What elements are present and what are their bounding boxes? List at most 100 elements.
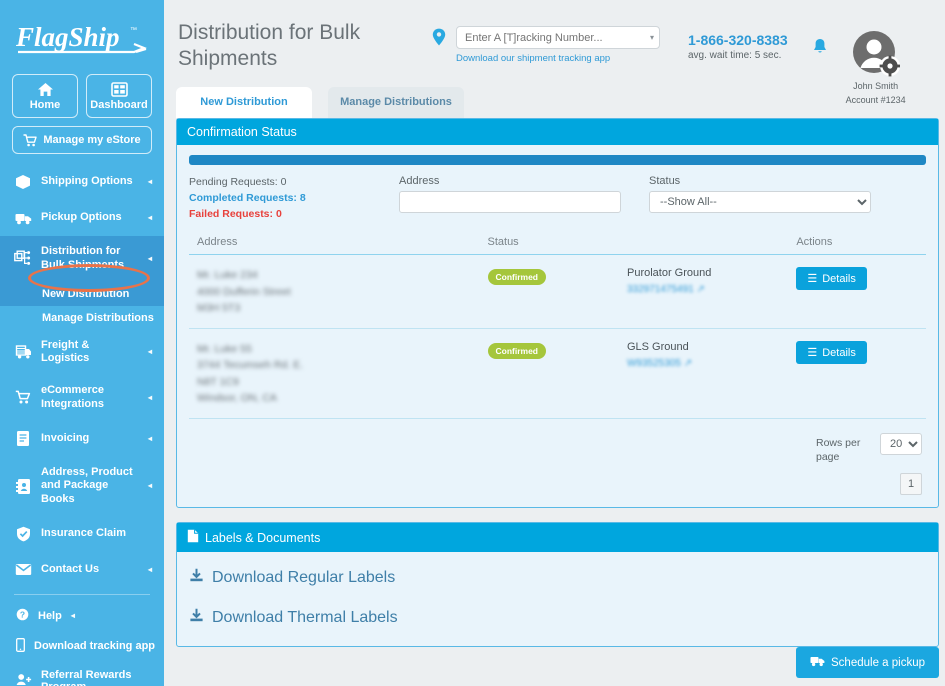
tracking-number-text: 332971475491: [626, 284, 694, 296]
tracking-number-link[interactable]: W93525305 ↗: [627, 358, 796, 369]
pagination-controls: Rows per page 20 1: [189, 419, 926, 496]
sidebar-item-distribution-bulk[interactable]: Distribution for Bulk Shipments ◂: [0, 236, 164, 282]
flagship-logo-icon: FlagShip ™: [15, 22, 147, 54]
completed-requests: Completed Requests: 8: [189, 191, 306, 204]
avatar[interactable]: [852, 30, 901, 78]
tracking-number-text: W93525305: [626, 358, 681, 370]
support-phone-number[interactable]: 1-866-320-8383: [688, 32, 788, 48]
page-title: Distribution for Bulk Shipments: [178, 21, 361, 71]
download-tracking-app-link[interactable]: Download our shipment tracking app: [456, 53, 660, 64]
status-filter: Status --Show All--: [649, 175, 899, 222]
cell-carrier: GLS Ground W93525305 ↗: [626, 328, 797, 420]
sidebar-subitem-new-distribution-label: New Distribution: [42, 287, 130, 300]
sidebar-item-invoicing[interactable]: Invoicing ◂: [0, 421, 164, 457]
sidebar-item-pickup-options[interactable]: Pickup Options ◂: [0, 200, 164, 236]
svg-text:?: ?: [20, 609, 25, 619]
confirmation-status-panel: Confirmation Status Pending Requests: 0 …: [176, 118, 939, 509]
location-pin-icon[interactable]: [432, 28, 446, 51]
cell-carrier: Purolator Ground 332971475491 ↗: [626, 254, 797, 330]
sidebar-item-insurance-claim-label: Insurance Claim: [41, 526, 126, 539]
distributions-table-head: Address Status Actions: [189, 232, 926, 256]
sidebar-item-download-tracking-app-label: Download tracking app: [34, 640, 156, 653]
column-header-actions: Actions: [796, 232, 926, 256]
page-number-button[interactable]: 1: [900, 473, 922, 496]
sidebar-subitem-manage-distributions[interactable]: Manage Distributions: [0, 305, 164, 330]
cell-address: Mr. Luke 55 3744 Tecumseh Rd. E. N8T 1C9 Wi…: [189, 328, 488, 420]
quick-link-home[interactable]: Home: [12, 74, 78, 118]
tab-new-distribution-label: New Distribution: [200, 96, 288, 108]
confirmation-status-header: Confirmation Status: [177, 119, 938, 145]
labels-documents-panel: Labels & Documents Download Regular Labe…: [176, 522, 939, 648]
quick-link-dashboard[interactable]: Dashboard: [86, 74, 152, 118]
user-account-number: Account #1234: [845, 95, 906, 106]
chevron-left-icon: ◂: [70, 611, 75, 621]
notifications-button[interactable]: [788, 14, 828, 61]
manage-estore-button[interactable]: Manage my eStore: [12, 126, 152, 154]
chevron-left-icon: ◂: [147, 481, 152, 491]
user-name: John Smith: [853, 81, 899, 91]
chevron-left-icon: ◂: [147, 177, 152, 186]
app-root: FlagShip ™ Home Dashboard Manage my eSto…: [0, 0, 945, 686]
pagination-right: 20 1: [880, 433, 922, 496]
column-header-spacer: [626, 232, 797, 256]
mobile-icon: [16, 637, 25, 655]
sidebar-item-help-label: Help: [38, 609, 62, 622]
rows-per-page-label: Rows per page: [816, 437, 861, 464]
address-filter-label: Address: [399, 175, 440, 187]
cart-icon: [23, 133, 38, 146]
sidebar-item-insurance-claim[interactable]: Insurance Claim: [0, 516, 164, 552]
sidebar-item-address-product-package-books-label: Address, Product and Package Books: [41, 465, 133, 506]
chevron-left-icon: ◂: [147, 347, 152, 357]
schedule-pickup-button[interactable]: Schedule a pickup: [796, 647, 939, 678]
logo[interactable]: FlagShip ™: [0, 0, 164, 70]
tracking-number-input[interactable]: [456, 26, 660, 49]
details-button[interactable]: ☰ Details: [796, 267, 867, 291]
sidebar: FlagShip ™ Home Dashboard Manage my eSto…: [0, 0, 164, 686]
sidebar-nav: Shipping Options ◂ Pickup Options ◂ Dist…: [0, 164, 164, 686]
sidebar-item-download-tracking-app[interactable]: Download tracking app: [0, 631, 164, 662]
document-icon: [187, 529, 199, 546]
top-header: Distribution for Bulk Shipments ▾ Downlo…: [164, 0, 945, 105]
help-icon: ?: [16, 608, 29, 624]
cell-status: Confirmed: [487, 328, 627, 420]
download-thermal-labels-link[interactable]: Download Thermal Labels: [177, 598, 938, 638]
address-filter-input[interactable]: [399, 191, 621, 213]
details-button[interactable]: ☰ Details: [796, 341, 867, 365]
tracking-input-wrap: ▾: [456, 26, 660, 49]
status-badge: Confirmed: [487, 269, 546, 286]
dashboard-icon: [110, 81, 128, 97]
list-icon: ☰: [807, 347, 818, 360]
support-phone-block: 1-866-320-8383 avg. wait time: 5 sec.: [660, 14, 788, 61]
chevron-left-icon: ◂: [147, 564, 152, 574]
download-regular-labels-link[interactable]: Download Regular Labels: [177, 558, 938, 598]
chevron-left-icon: ◂: [147, 213, 152, 222]
tab-new-distribution[interactable]: New Distribution: [176, 87, 312, 118]
referral-icon: [16, 673, 32, 686]
sidebar-item-ecommerce-integrations[interactable]: eCommerce Integrations ◂: [0, 375, 164, 421]
sidebar-item-ecommerce-integrations-label: eCommerce Integrations: [41, 384, 104, 410]
failed-requests: Failed Requests: 0: [189, 207, 282, 220]
shield-icon: [14, 525, 32, 543]
ecommerce-icon: [14, 389, 32, 407]
tracking-number-link[interactable]: 332971475491 ↗: [627, 284, 796, 295]
sidebar-item-freight-logistics[interactable]: Freight & Logistics ◂: [0, 330, 164, 376]
labels-documents-title: Labels & Documents: [205, 530, 321, 545]
labels-documents-header: Labels & Documents: [177, 523, 938, 553]
sidebar-item-contact-us[interactable]: Contact Us ◂: [0, 552, 164, 588]
user-account-block[interactable]: John Smith Account #1234: [828, 14, 916, 106]
tab-manage-distributions[interactable]: Manage Distributions: [328, 87, 464, 118]
rows-per-page-select[interactable]: 20: [880, 433, 922, 456]
confirmation-status-title: Confirmation Status: [187, 125, 297, 139]
download-regular-labels-label: Download Regular Labels: [212, 569, 396, 587]
sidebar-item-referral-rewards[interactable]: Referral Rewards Program: [0, 662, 164, 686]
sidebar-item-help[interactable]: ? Help ◂: [0, 601, 164, 631]
sidebar-subitem-new-distribution[interactable]: New Distribution: [0, 281, 164, 306]
svg-text:FlagShip: FlagShip: [15, 22, 120, 52]
chevron-left-icon: ◂: [147, 433, 152, 443]
chevron-left-icon: ◂: [147, 392, 152, 402]
manage-estore-label: Manage my eStore: [43, 134, 141, 146]
pending-requests: Pending Requests: 0: [189, 176, 287, 188]
status-filter-select[interactable]: --Show All--: [649, 191, 871, 213]
sidebar-item-address-product-package-books[interactable]: Address, Product and Package Books ◂: [0, 457, 164, 516]
sidebar-item-shipping-options[interactable]: Shipping Options ◂: [0, 164, 164, 200]
